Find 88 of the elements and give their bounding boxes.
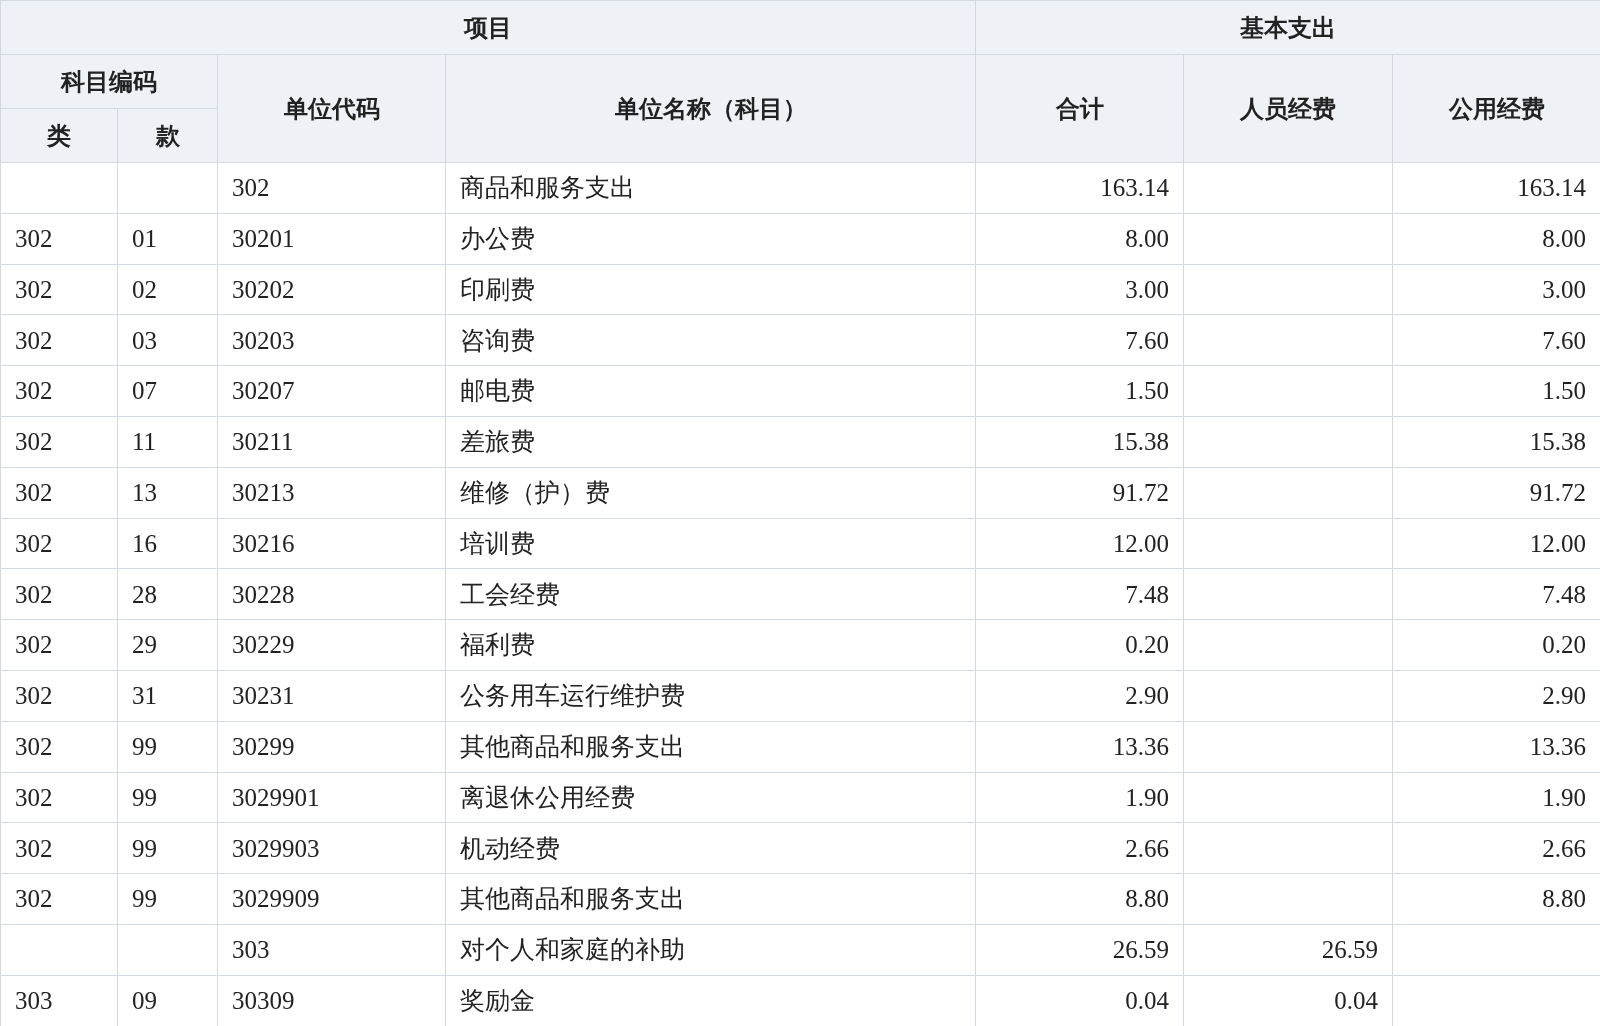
table-cell: 302 — [0, 314, 118, 366]
table-cell: 26.59 — [975, 924, 1184, 976]
table-cell: 30231 — [217, 670, 446, 722]
table-cell: 30201 — [217, 213, 446, 265]
column-header: 单位代码 — [217, 54, 446, 163]
table-cell: 302 — [0, 772, 118, 823]
table-cell: 302 — [0, 213, 118, 265]
table-cell: 02 — [117, 264, 218, 315]
table-cell: 163.14 — [975, 162, 1184, 214]
table-cell: 3.00 — [975, 264, 1184, 315]
table-cell: 7.48 — [975, 568, 1184, 620]
table-cell: 302 — [0, 518, 118, 569]
table-cell: 差旅费 — [445, 416, 976, 468]
table-cell: 91.72 — [975, 467, 1184, 519]
table-cell: 公务用车运行维护费 — [445, 670, 976, 722]
table-cell: 99 — [117, 772, 218, 823]
table-cell: 0.20 — [975, 619, 1184, 671]
table-cell: 工会经费 — [445, 568, 976, 620]
table-cell: 30228 — [217, 568, 446, 620]
table-cell: 福利费 — [445, 619, 976, 671]
table-cell: 商品和服务支出 — [445, 162, 976, 214]
table-cell: 机动经费 — [445, 822, 976, 874]
table-cell: 302 — [0, 822, 118, 874]
table-cell: 13 — [117, 467, 218, 519]
table-cell: 31 — [117, 670, 218, 722]
column-header: 项目 — [0, 0, 976, 55]
table-cell: 302 — [0, 568, 118, 620]
table-cell: 8.80 — [975, 873, 1184, 925]
table-cell: 1.90 — [975, 772, 1184, 823]
table-cell: 3029909 — [217, 873, 446, 925]
table-cell: 咨询费 — [445, 314, 976, 366]
table-cell: 30203 — [217, 314, 446, 366]
table-cell: 2.66 — [975, 822, 1184, 874]
table-cell: 302 — [0, 670, 118, 722]
column-header: 款 — [117, 108, 218, 163]
table-cell: 11 — [117, 416, 218, 468]
table-cell: 26.59 — [1183, 924, 1393, 976]
table-cell: 30213 — [217, 467, 446, 519]
table-cell: 1.50 — [975, 365, 1184, 417]
table-cell: 30211 — [217, 416, 446, 468]
column-header: 基本支出 — [975, 0, 1600, 55]
table-cell: 其他商品和服务支出 — [445, 721, 976, 773]
column-header: 公用经费 — [1392, 54, 1600, 163]
column-header: 合计 — [975, 54, 1184, 163]
table-cell: 302 — [0, 619, 118, 671]
table-cell: 30229 — [217, 619, 446, 671]
table-cell: 7.60 — [975, 314, 1184, 366]
table-cell: 302 — [0, 467, 118, 519]
column-header: 人员经费 — [1183, 54, 1393, 163]
table-cell: 302 — [0, 264, 118, 315]
table-cell: 30299 — [217, 721, 446, 773]
table-cell: 对个人和家庭的补助 — [445, 924, 976, 976]
table-cell: 维修（护）费 — [445, 467, 976, 519]
table-cell: 3029903 — [217, 822, 446, 874]
table-cell: 其他商品和服务支出 — [445, 873, 976, 925]
table-cell: 16 — [117, 518, 218, 569]
table-cell: 印刷费 — [445, 264, 976, 315]
table-cell: 303 — [217, 924, 446, 976]
table-cell: 01 — [117, 213, 218, 265]
table-cell: 8.00 — [975, 213, 1184, 265]
table-cell: 302 — [0, 365, 118, 417]
column-header: 科目编码 — [0, 54, 218, 109]
column-header: 类 — [0, 108, 118, 163]
table-cell: 29 — [117, 619, 218, 671]
table-cell: 邮电费 — [445, 365, 976, 417]
table-cell: 13.36 — [975, 721, 1184, 773]
table-cell: 2.90 — [975, 670, 1184, 722]
table-cell: 办公费 — [445, 213, 976, 265]
table-cell: 302 — [0, 721, 118, 773]
table-cell: 302 — [0, 873, 118, 925]
table-cell: 302 — [0, 416, 118, 468]
table-cell: 303 — [0, 975, 118, 1026]
table-cell: 99 — [117, 873, 218, 925]
table-cell: 3029901 — [217, 772, 446, 823]
table-cell: 07 — [117, 365, 218, 417]
table-cell: 28 — [117, 568, 218, 620]
table-cell: 99 — [117, 822, 218, 874]
table-cell: 99 — [117, 721, 218, 773]
table-cell: 12.00 — [975, 518, 1184, 569]
table-cell: 离退休公用经费 — [445, 772, 976, 823]
table-cell: 30207 — [217, 365, 446, 417]
column-header: 单位名称（科目） — [445, 54, 976, 163]
table-cell: 302 — [217, 162, 446, 214]
table-cell: 03 — [117, 314, 218, 366]
table-cell: 15.38 — [975, 416, 1184, 468]
table-cell: 培训费 — [445, 518, 976, 569]
table-cell: 30202 — [217, 264, 446, 315]
table-cell: 30216 — [217, 518, 446, 569]
